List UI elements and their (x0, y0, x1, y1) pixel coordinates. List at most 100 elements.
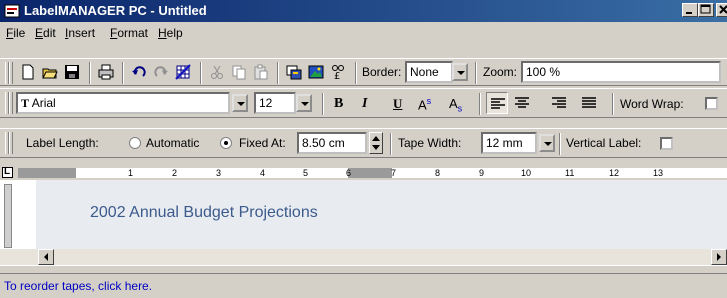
tape-width-dropdown-button[interactable] (539, 134, 555, 152)
open-button[interactable] (39, 61, 61, 83)
zoom-select[interactable]: 100 % (521, 61, 721, 83)
spinner-arrows-icon (372, 136, 380, 150)
align-center-icon (515, 97, 529, 108)
font-value: Arial (31, 96, 56, 110)
menu-edit[interactable]: Edit (35, 26, 56, 40)
redo-icon (154, 66, 168, 77)
formatting-toolbar: T Arial 12 B I U As As Word Wrap: (0, 88, 727, 118)
font-dropdown-button[interactable] (232, 94, 248, 112)
undo-button[interactable] (128, 61, 150, 83)
menu-format[interactable]: Format (110, 26, 148, 40)
bold-button[interactable]: B (334, 96, 343, 112)
toolbar-separator (200, 62, 202, 84)
arrow-right-icon (717, 253, 721, 261)
vertical-ruler (0, 180, 36, 252)
align-center-button[interactable] (511, 92, 533, 114)
copy-button[interactable] (228, 61, 250, 83)
font-size-dropdown-button[interactable] (296, 94, 312, 112)
font-size-value: 12 (259, 96, 273, 110)
window-title: LabelMANAGER PC - Untitled (24, 3, 207, 18)
open-icon (42, 68, 58, 79)
word-wrap-checkbox[interactable] (705, 97, 718, 110)
zoom-value: 100 % (526, 65, 561, 79)
toolbar-grip[interactable] (9, 132, 13, 154)
new-icon (22, 64, 34, 80)
ruler-number: 5 (303, 168, 309, 178)
underline-button[interactable]: U (393, 96, 402, 112)
vertical-label-checkbox[interactable] (660, 137, 673, 150)
label-length-label: Label Length: (26, 136, 99, 150)
insert-field-icon (286, 65, 302, 80)
toolbar-grip[interactable] (9, 92, 13, 114)
fixed-length-value: 8.50 cm (302, 136, 345, 150)
tape-width-label: Tape Width: (398, 136, 462, 150)
title-bar[interactable]: LabelMANAGER PC - Untitled (0, 0, 727, 22)
toolbar-separator (322, 93, 324, 115)
minimize-button[interactable] (682, 3, 698, 17)
new-button[interactable] (17, 61, 39, 83)
ruler-number: 9 (479, 168, 485, 178)
toolbar-separator (559, 133, 561, 155)
redo-button[interactable] (150, 61, 172, 83)
cut-button[interactable] (206, 61, 228, 83)
ruler-number: 10 (521, 168, 532, 178)
subscript-a: A (449, 96, 458, 111)
save-button[interactable] (61, 61, 83, 83)
menu-help[interactable]: Help (158, 26, 183, 40)
close-button[interactable] (716, 3, 727, 17)
automatic-radio[interactable] (129, 137, 141, 149)
font-select[interactable]: T Arial (16, 92, 230, 114)
align-right-button[interactable] (548, 92, 570, 114)
font-size-select[interactable]: 12 (254, 92, 296, 114)
print-button[interactable] (95, 61, 117, 83)
border-value: None (410, 65, 439, 79)
toolbar-separator (277, 62, 279, 84)
fixed-at-radio[interactable] (220, 137, 232, 149)
arrow-left-icon (44, 253, 48, 261)
toolbar-separator (475, 62, 477, 84)
insert-image-button[interactable] (305, 61, 327, 83)
toolbar-grip[interactable] (9, 62, 13, 84)
app-icon (4, 3, 20, 19)
reorder-tapes-link[interactable]: To reorder tapes, click here. (4, 279, 152, 293)
toolbar-separator (355, 62, 357, 84)
align-left-button[interactable] (486, 92, 508, 114)
ruler-number: 7 (391, 168, 397, 178)
scroll-right-button[interactable] (711, 249, 727, 265)
word-wrap-label: Word Wrap: (620, 97, 684, 111)
status-bar: To reorder tapes, click here. (0, 273, 727, 298)
ruler-strip: 1 2 3 4 5 6 7 8 9 10 11 12 13 (18, 168, 727, 178)
insert-field-button[interactable] (283, 61, 305, 83)
tape-width-value: 12 mm (486, 136, 523, 150)
label-text[interactable]: 2002 Annual Budget Projections (90, 204, 318, 222)
toolbar-separator (89, 62, 91, 84)
paste-button[interactable] (250, 61, 272, 83)
subscript-button[interactable]: As (449, 96, 462, 114)
cut-icon (211, 65, 223, 79)
superscript-a: A (418, 97, 427, 113)
border-select[interactable]: None (405, 61, 453, 83)
menu-insert[interactable]: Insert (65, 26, 95, 40)
maximize-button[interactable] (698, 3, 714, 17)
print-icon (98, 64, 114, 80)
ruler-number: 12 (609, 168, 620, 178)
horizontal-scrollbar[interactable] (0, 249, 727, 265)
menu-file[interactable]: File (6, 26, 25, 40)
save-icon (65, 65, 79, 79)
symbol-button[interactable]: £ (327, 61, 349, 83)
fixed-length-input[interactable]: 8.50 cm (297, 132, 367, 154)
truetype-icon: T (21, 96, 30, 110)
length-spinner[interactable] (369, 132, 383, 154)
subscript-s: s (457, 103, 463, 114)
ruler-number: 4 (260, 168, 266, 178)
justify-button[interactable] (578, 92, 600, 114)
table-button[interactable] (172, 61, 194, 83)
superscript-button[interactable]: As (418, 96, 431, 112)
border-dropdown-button[interactable] (452, 63, 468, 81)
label-toolbar: Label Length: Automatic Fixed At: 8.50 c… (0, 128, 727, 158)
scroll-left-button[interactable] (38, 249, 54, 265)
insert-image-icon (308, 65, 324, 79)
tab-stop-marker[interactable]: L (2, 166, 13, 178)
tape-width-select[interactable]: 12 mm (481, 132, 537, 154)
italic-button[interactable]: I (362, 96, 367, 112)
